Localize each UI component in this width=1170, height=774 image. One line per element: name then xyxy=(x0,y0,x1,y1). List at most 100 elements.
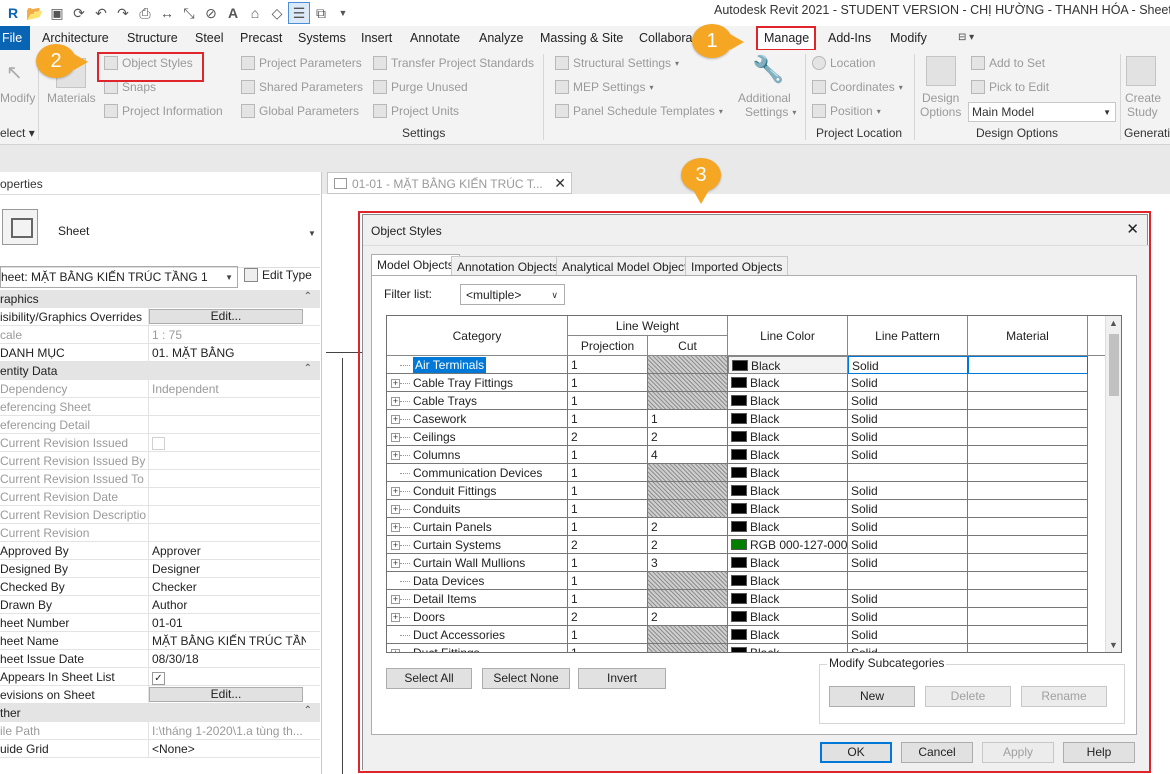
tab-add-ins[interactable]: Add-Ins xyxy=(828,31,871,45)
tab-file[interactable]: File xyxy=(0,26,30,50)
design-options-label-1[interactable]: Design xyxy=(922,91,959,105)
tab-insert[interactable]: Insert xyxy=(361,31,392,45)
additional-settings-label-2[interactable]: Settings ▾ xyxy=(745,105,796,119)
edit-button[interactable]: Edit... xyxy=(149,309,303,324)
property-row[interactable]: Current Revision Issued To xyxy=(0,470,320,488)
tab-systems[interactable]: Systems xyxy=(298,31,346,45)
default-3d-view-icon[interactable]: ⌂ xyxy=(244,2,266,24)
add-to-set-button[interactable]: Add to Set xyxy=(971,56,1045,70)
property-group-header[interactable]: raphics ⌃ xyxy=(0,290,320,308)
close-view-icon[interactable]: ✕ xyxy=(554,175,566,192)
tab-analyze[interactable]: Analyze xyxy=(479,31,523,45)
property-row[interactable]: Appears In Sheet List ✓ xyxy=(0,668,320,686)
property-row[interactable]: cale 1 : 75 xyxy=(0,326,320,344)
property-value[interactable]: Author xyxy=(148,596,306,614)
qat-dropdown-icon[interactable]: ▼ xyxy=(332,2,354,24)
property-row[interactable]: eferencing Detail xyxy=(0,416,320,434)
property-row[interactable]: ile Path I:\tháng 1-2020\1.a tùng th... xyxy=(0,722,320,740)
tag-icon[interactable]: ⊘ xyxy=(200,2,222,24)
project-units-button[interactable]: Project Units xyxy=(373,104,459,118)
sync-icon[interactable]: ⟳ xyxy=(68,2,90,24)
tab-massing-site[interactable]: Massing & Site xyxy=(540,31,623,45)
tab-annotate[interactable]: Annotate xyxy=(410,31,460,45)
snaps-button[interactable]: Snaps xyxy=(104,80,156,94)
create-study-label-2[interactable]: Study xyxy=(1127,105,1158,119)
property-value[interactable]: Checker xyxy=(148,578,306,596)
property-row[interactable]: isibility/Graphics Overrides Edit... xyxy=(0,308,320,326)
text-icon[interactable]: A xyxy=(222,2,244,24)
property-value[interactable]: ✓ xyxy=(148,668,306,686)
property-row[interactable]: eferencing Sheet xyxy=(0,398,320,416)
tab-modify[interactable]: Modify xyxy=(890,31,927,45)
collapse-icon[interactable]: ⌃ xyxy=(304,291,312,302)
wrench-icon[interactable]: 🔧 xyxy=(752,54,784,85)
collapse-icon[interactable]: ⌃ xyxy=(304,363,312,374)
instance-filter-select[interactable]: heet: MẶT BẰNG KIẾN TRÚC TẦNG 1 ▼ xyxy=(0,266,238,288)
property-row[interactable]: evisions on Sheet Edit... xyxy=(0,686,320,704)
save-icon[interactable]: ▣ xyxy=(46,2,68,24)
property-group-header[interactable]: ther ⌃ xyxy=(0,704,320,722)
property-value[interactable]: Edit... xyxy=(148,308,306,326)
measure-icon[interactable]: ↔ xyxy=(156,2,178,24)
property-row[interactable]: heet Issue Date 08/30/18 xyxy=(0,650,320,668)
property-row[interactable]: Drawn By Author xyxy=(0,596,320,614)
tab-architecture[interactable]: Architecture xyxy=(42,31,109,45)
edit-button[interactable]: Edit... xyxy=(149,687,303,702)
property-row[interactable]: Current Revision Date xyxy=(0,488,320,506)
property-value[interactable]: Edit... xyxy=(148,686,306,704)
property-row[interactable]: Approved By Approver xyxy=(0,542,320,560)
mep-settings-button[interactable]: MEP Settings ▾ xyxy=(555,80,654,94)
ribbon-minimize-icon[interactable]: ⊟ ▾ xyxy=(958,32,974,43)
switch-windows-icon[interactable]: ⧉ xyxy=(310,2,332,24)
tab-steel[interactable]: Steel xyxy=(195,31,224,45)
thin-lines-icon[interactable]: ☰ xyxy=(288,2,310,24)
create-study-label-1[interactable]: Create xyxy=(1125,91,1161,105)
property-row[interactable]: heet Name MẶT BẰNG KIẾN TRÚC TẦN... xyxy=(0,632,320,650)
panel-schedule-templates-button[interactable]: Panel Schedule Templates ▾ xyxy=(555,104,723,118)
design-options-icon[interactable] xyxy=(926,56,956,86)
print-icon[interactable]: ⎙ xyxy=(134,2,156,24)
design-options-label-2[interactable]: Options xyxy=(920,105,961,119)
tab-manage[interactable]: Manage xyxy=(764,31,809,45)
undo-icon[interactable]: ↶ xyxy=(90,2,112,24)
property-value[interactable]: MẶT BẰNG KIẾN TRÚC TẦN... xyxy=(148,632,306,650)
property-checkbox[interactable] xyxy=(152,437,165,450)
property-row[interactable]: Current Revision Issued By xyxy=(0,452,320,470)
property-value[interactable]: Designer xyxy=(148,560,306,578)
coordinates-button[interactable]: Coordinates ▾ xyxy=(812,80,903,94)
property-row[interactable]: DANH MỤC 01. MẶT BẰNG xyxy=(0,344,320,362)
position-button[interactable]: Position ▾ xyxy=(812,104,881,118)
property-row[interactable]: Current Revision xyxy=(0,524,320,542)
location-button[interactable]: Location xyxy=(812,56,875,70)
section-icon[interactable]: ◇ xyxy=(266,2,288,24)
property-row[interactable]: uide Grid <None> xyxy=(0,740,320,758)
property-value[interactable]: 08/30/18 xyxy=(148,650,306,668)
edit-type-button[interactable]: Edit Type xyxy=(244,268,312,282)
shared-parameters-button[interactable]: Shared Parameters xyxy=(241,80,363,94)
property-value[interactable]: Approver xyxy=(148,542,306,560)
tab-precast[interactable]: Precast xyxy=(240,31,282,45)
modify-button[interactable]: Modify xyxy=(0,91,35,105)
type-selector[interactable]: Sheet ▼ xyxy=(0,194,320,268)
property-checkbox[interactable]: ✓ xyxy=(152,672,165,685)
property-row[interactable]: Current Revision Description xyxy=(0,506,320,524)
transfer-project-standards-button[interactable]: Transfer Project Standards xyxy=(373,56,534,70)
create-study-icon[interactable] xyxy=(1126,56,1156,86)
collapse-icon[interactable]: ⌃ xyxy=(304,705,312,716)
type-dropdown-icon[interactable]: ▼ xyxy=(308,229,316,238)
project-information-button[interactable]: Project Information xyxy=(104,104,223,118)
materials-button[interactable]: Materials xyxy=(47,91,96,105)
view-tab[interactable]: 01-01 - MẶT BẰNG KIẾN TRÚC T... ✕ xyxy=(327,172,572,194)
global-parameters-button[interactable]: Global Parameters xyxy=(241,104,359,118)
select-panel-label[interactable]: elect ▾ xyxy=(0,126,35,140)
modify-cursor-icon[interactable]: ↖ xyxy=(6,60,23,85)
property-row[interactable]: Current Revision Issued xyxy=(0,434,320,452)
property-row[interactable]: Dependency Independent xyxy=(0,380,320,398)
open-icon[interactable]: 📂 xyxy=(24,2,46,24)
property-value[interactable]: <None> xyxy=(148,740,306,758)
dimension-icon[interactable]: ⤡ xyxy=(178,2,200,24)
property-row[interactable]: Designed By Designer xyxy=(0,560,320,578)
pick-to-edit-button[interactable]: Pick to Edit xyxy=(971,80,1049,94)
property-value[interactable]: 01-01 xyxy=(148,614,306,632)
property-row[interactable]: heet Number 01-01 xyxy=(0,614,320,632)
